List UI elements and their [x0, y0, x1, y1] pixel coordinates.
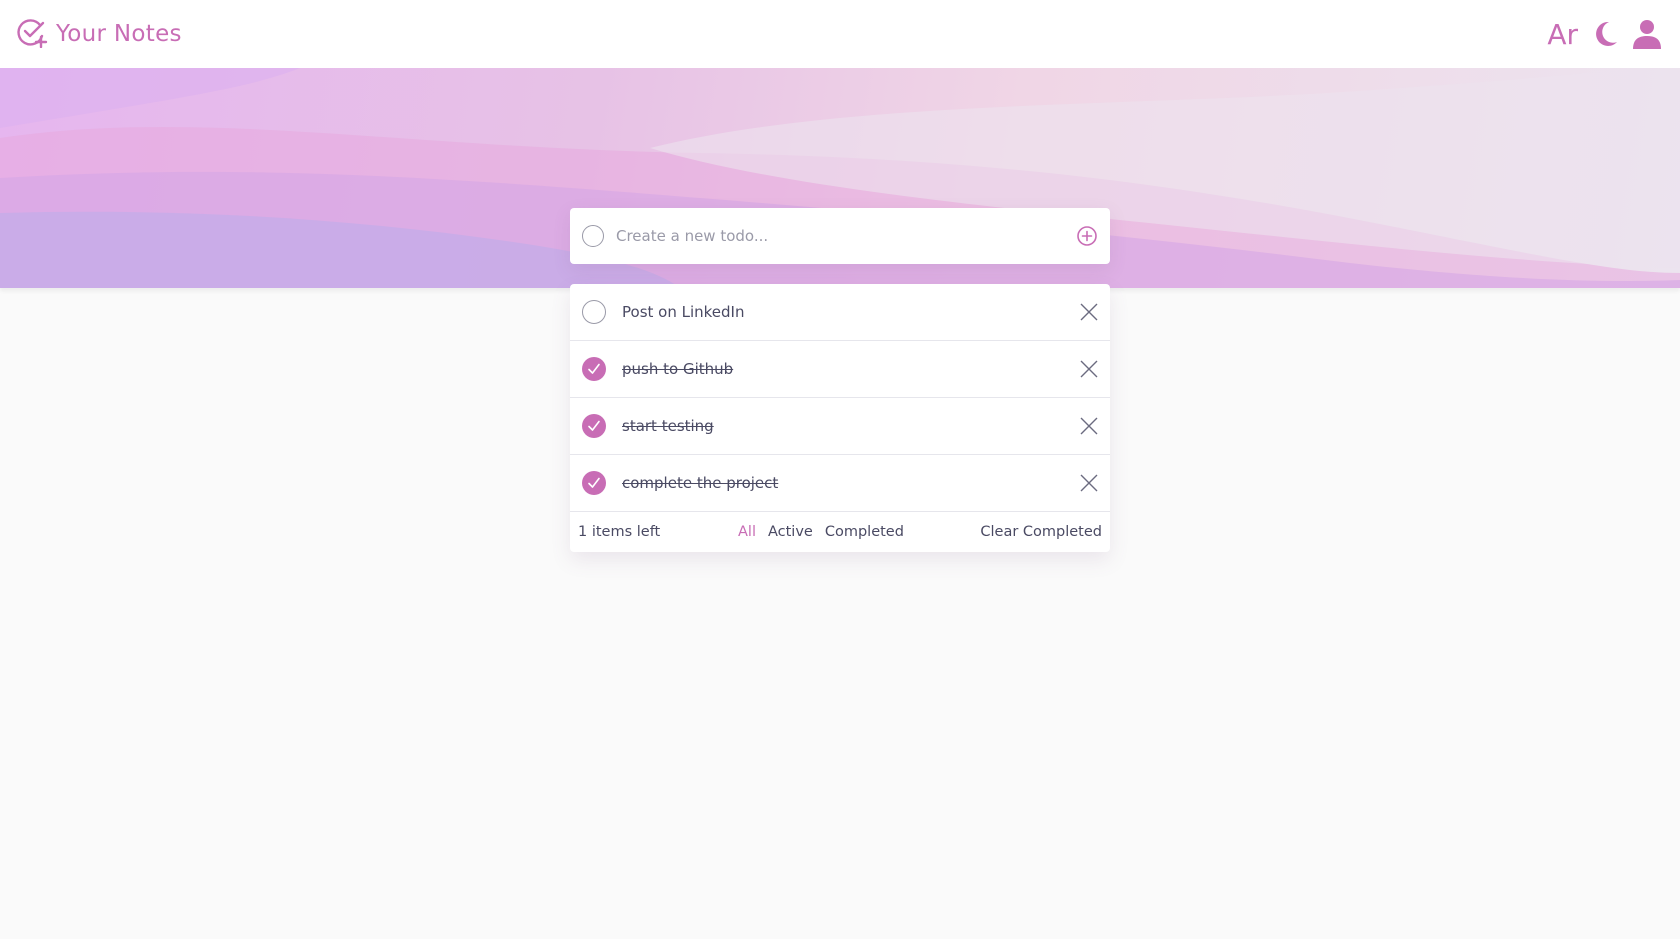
close-icon[interactable] — [1080, 303, 1098, 321]
todo-text: start testing — [622, 417, 714, 435]
filter-group: All Active Completed — [738, 524, 980, 540]
check-icon[interactable] — [582, 471, 606, 495]
todo-text: Post on LinkedIn — [622, 303, 745, 321]
check-icon[interactable] — [582, 357, 606, 381]
check-circle-plus-icon — [16, 16, 48, 52]
moon-icon[interactable] — [1592, 20, 1618, 48]
clear-completed-button[interactable]: Clear Completed — [980, 524, 1102, 540]
navbar: Your Notes Ar — [0, 0, 1680, 68]
nav-actions: Ar — [1547, 18, 1662, 51]
close-icon[interactable] — [1080, 360, 1098, 378]
close-icon[interactable] — [1080, 417, 1098, 435]
todo-item: complete the project — [570, 455, 1110, 512]
items-left-count: 1 items left — [578, 524, 661, 540]
todo-list: Post on LinkedIn push to Github start te… — [570, 284, 1110, 552]
filter-all[interactable]: All — [738, 524, 756, 540]
new-todo-toggle-circle[interactable] — [582, 225, 604, 247]
todo-toggle-unchecked[interactable] — [582, 300, 606, 324]
new-todo-input[interactable] — [616, 227, 1076, 245]
todo-text: push to Github — [622, 360, 734, 378]
filter-active[interactable]: Active — [768, 524, 813, 540]
close-icon[interactable] — [1080, 474, 1098, 492]
todo-item: start testing — [570, 398, 1110, 455]
user-icon[interactable] — [1632, 19, 1662, 49]
plus-circle-icon[interactable] — [1076, 225, 1098, 247]
filter-completed[interactable]: Completed — [825, 524, 904, 540]
brand[interactable]: Your Notes — [16, 16, 182, 52]
todo-item: push to Github — [570, 341, 1110, 398]
list-footer: 1 items left All Active Completed Clear … — [570, 512, 1110, 552]
todo-text: complete the project — [622, 474, 779, 492]
new-todo-form — [570, 208, 1110, 264]
todo-item: Post on LinkedIn — [570, 284, 1110, 341]
language-toggle-button[interactable]: Ar — [1547, 18, 1578, 51]
app-title: Your Notes — [56, 21, 182, 47]
check-icon[interactable] — [582, 414, 606, 438]
